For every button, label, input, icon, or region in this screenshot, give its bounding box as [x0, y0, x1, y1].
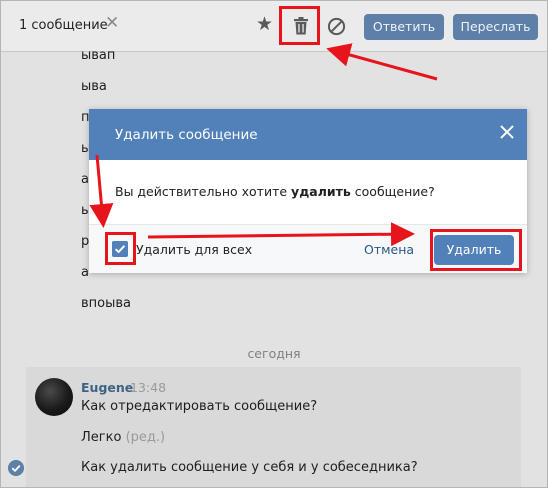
block-icon[interactable] [327, 17, 346, 36]
annotation-box-delete [430, 229, 522, 271]
message-text-body: Легко [81, 430, 122, 445]
check-icon[interactable] [8, 460, 24, 476]
forward-button[interactable]: Переслать [453, 14, 538, 40]
dialog-question: Вы действительно хотите удалить сообщени… [115, 184, 435, 199]
message-author[interactable]: Eugene [81, 380, 133, 395]
dialog-header: Удалить сообщение [89, 109, 527, 160]
close-icon[interactable] [499, 124, 515, 140]
selected-count: 1 сообщение [19, 18, 108, 33]
star-icon[interactable]: ★ [256, 15, 273, 34]
question-prefix: Вы действительно хотите [115, 184, 292, 199]
close-icon[interactable]: ✕ [105, 15, 119, 32]
message-text: Легко (ред.) [81, 430, 165, 445]
delete-for-all-label[interactable]: Удалить для всех [136, 242, 252, 257]
cancel-button[interactable]: Отмена [364, 242, 414, 257]
history-line: а [81, 265, 89, 280]
question-suffix: сообщение? [350, 184, 435, 199]
edited-mark: (ред.) [125, 430, 166, 445]
message-text: Как удалить сообщение у себя и у собесед… [81, 460, 418, 475]
history-line: ывап [81, 48, 116, 63]
message-text: Как отредактировать сообщение? [81, 399, 318, 414]
reply-button[interactable]: Ответить [364, 14, 444, 40]
message-time: 13:48 [130, 380, 167, 395]
message-block[interactable]: Eugene 13:48 Как отредактировать сообщен… [26, 367, 521, 487]
question-bold: удалить [291, 184, 351, 199]
dialog-title: Удалить сообщение [115, 127, 258, 143]
avatar[interactable] [35, 378, 73, 416]
history-line: впоыва [81, 296, 132, 311]
date-separator: сегодня [247, 346, 301, 361]
selection-header: 1 сообщение ✕ ★ Ответить Переслать [1, 1, 547, 52]
annotation-box-checkbox [105, 232, 136, 265]
annotation-box-trash [279, 6, 320, 45]
history-line: а [81, 172, 89, 187]
history-line: ыва [81, 79, 107, 94]
